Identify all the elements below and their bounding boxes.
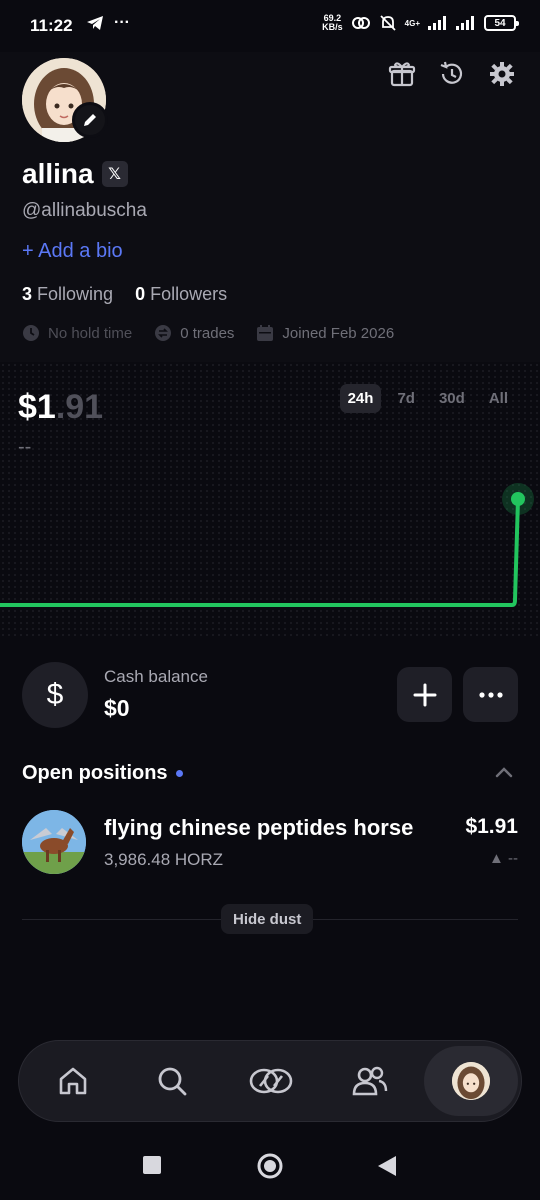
pencil-icon — [84, 114, 96, 126]
battery-icon: 54 — [484, 15, 519, 31]
nav-social[interactable] — [341, 1052, 399, 1110]
tab-30d[interactable]: 30d — [431, 384, 473, 413]
settings-button[interactable] — [488, 60, 516, 88]
cash-balance-label: Cash balance — [104, 667, 208, 686]
username-row: allina 𝕏 — [22, 158, 128, 190]
more-notifications-icon: ··· — [114, 14, 130, 31]
joined-item: Joined Feb 2026 — [256, 324, 394, 342]
status-time: 11:22 — [30, 16, 73, 35]
portfolio-line-chart — [0, 483, 534, 607]
position-value: $1.91 — [465, 815, 518, 838]
search-icon — [158, 1067, 187, 1096]
gear-icon — [490, 62, 514, 86]
cash-balance-value: $0 — [104, 695, 130, 721]
status-left-icons: ··· — [86, 14, 130, 32]
back-icon[interactable] — [376, 1154, 398, 1178]
nav-trade[interactable] — [242, 1052, 300, 1110]
nav-profile-avatar — [452, 1062, 490, 1100]
tab-all[interactable]: All — [481, 384, 516, 413]
profile-top-actions — [388, 60, 516, 88]
username: allina — [22, 158, 94, 189]
chart-endpoint — [511, 492, 525, 506]
position-token-avatar[interactable] — [22, 810, 86, 874]
android-nav-bar — [0, 1136, 540, 1200]
open-positions-header[interactable]: Open positions — [22, 762, 183, 785]
gift-icon — [388, 62, 416, 87]
telegram-icon — [87, 16, 103, 30]
nav-home[interactable] — [44, 1052, 102, 1110]
clock-icon — [23, 325, 39, 341]
people-icon — [352, 1066, 388, 1096]
recents-icon[interactable] — [142, 1155, 162, 1175]
range-tabs: 24h 7d 30d All — [339, 384, 516, 413]
portfolio-value: $1.91 — [18, 388, 104, 426]
trades-item: 0 trades — [154, 324, 234, 342]
position-change: ▲ -- — [488, 850, 518, 867]
hold-time-item: No hold time — [22, 324, 132, 342]
history-icon — [440, 61, 463, 84]
nav-profile[interactable] — [424, 1046, 518, 1116]
home-icon — [59, 1067, 87, 1095]
x-icon[interactable]: 𝕏 — [101, 161, 128, 187]
trade-icon — [249, 1068, 293, 1094]
net-speed: 69.2 KB/s — [322, 13, 343, 32]
calendar-icon — [257, 325, 274, 341]
hotspot-icon — [351, 17, 370, 29]
plus-icon — [413, 683, 436, 706]
home-button-icon[interactable] — [256, 1152, 284, 1180]
signal-icon-2 — [456, 16, 474, 30]
portfolio-line — [0, 497, 520, 607]
followers-link[interactable]: 0 Followers — [135, 284, 227, 305]
cash-more-button[interactable] — [463, 667, 518, 722]
edit-avatar-button[interactable] — [72, 102, 108, 138]
status-bar: 11:22 ··· 69.2 KB/s 4G+ 54 — [0, 0, 540, 52]
portfolio-change: -- — [18, 436, 32, 458]
position-name[interactable]: flying chinese peptides horse — [104, 815, 413, 841]
follow-stats: 3 Following 0 Followers — [22, 284, 227, 305]
add-cash-button[interactable] — [397, 667, 452, 722]
gift-button[interactable] — [388, 60, 416, 88]
network-type: 4G+ — [404, 18, 420, 28]
mute-icon — [380, 15, 396, 31]
history-button[interactable] — [438, 60, 466, 88]
signal-icon-1 — [428, 16, 446, 30]
indicator-dot — [175, 770, 183, 777]
swap-icon — [155, 325, 172, 341]
tab-7d[interactable]: 7d — [389, 384, 423, 413]
hide-dust-button[interactable]: Hide dust — [221, 904, 314, 934]
add-bio-link[interactable]: + Add a bio — [22, 240, 123, 263]
user-handle: @allinabuscha — [22, 200, 147, 221]
cash-icon: $ — [22, 662, 88, 728]
more-icon — [478, 691, 503, 698]
status-right-icons: 69.2 KB/s 4G+ 54 — [322, 13, 519, 32]
nav-search[interactable] — [143, 1052, 201, 1110]
nav-avatar-illustration — [452, 1062, 490, 1100]
following-link[interactable]: 3 Following — [22, 284, 113, 305]
chevron-up-icon[interactable] — [494, 762, 514, 782]
profile-meta: No hold time 0 trades Joined Feb 2026 — [22, 324, 394, 342]
position-amount: 3,986.48 HORZ — [104, 850, 224, 869]
horse-token-icon — [22, 810, 86, 874]
tab-24h[interactable]: 24h — [339, 384, 382, 413]
